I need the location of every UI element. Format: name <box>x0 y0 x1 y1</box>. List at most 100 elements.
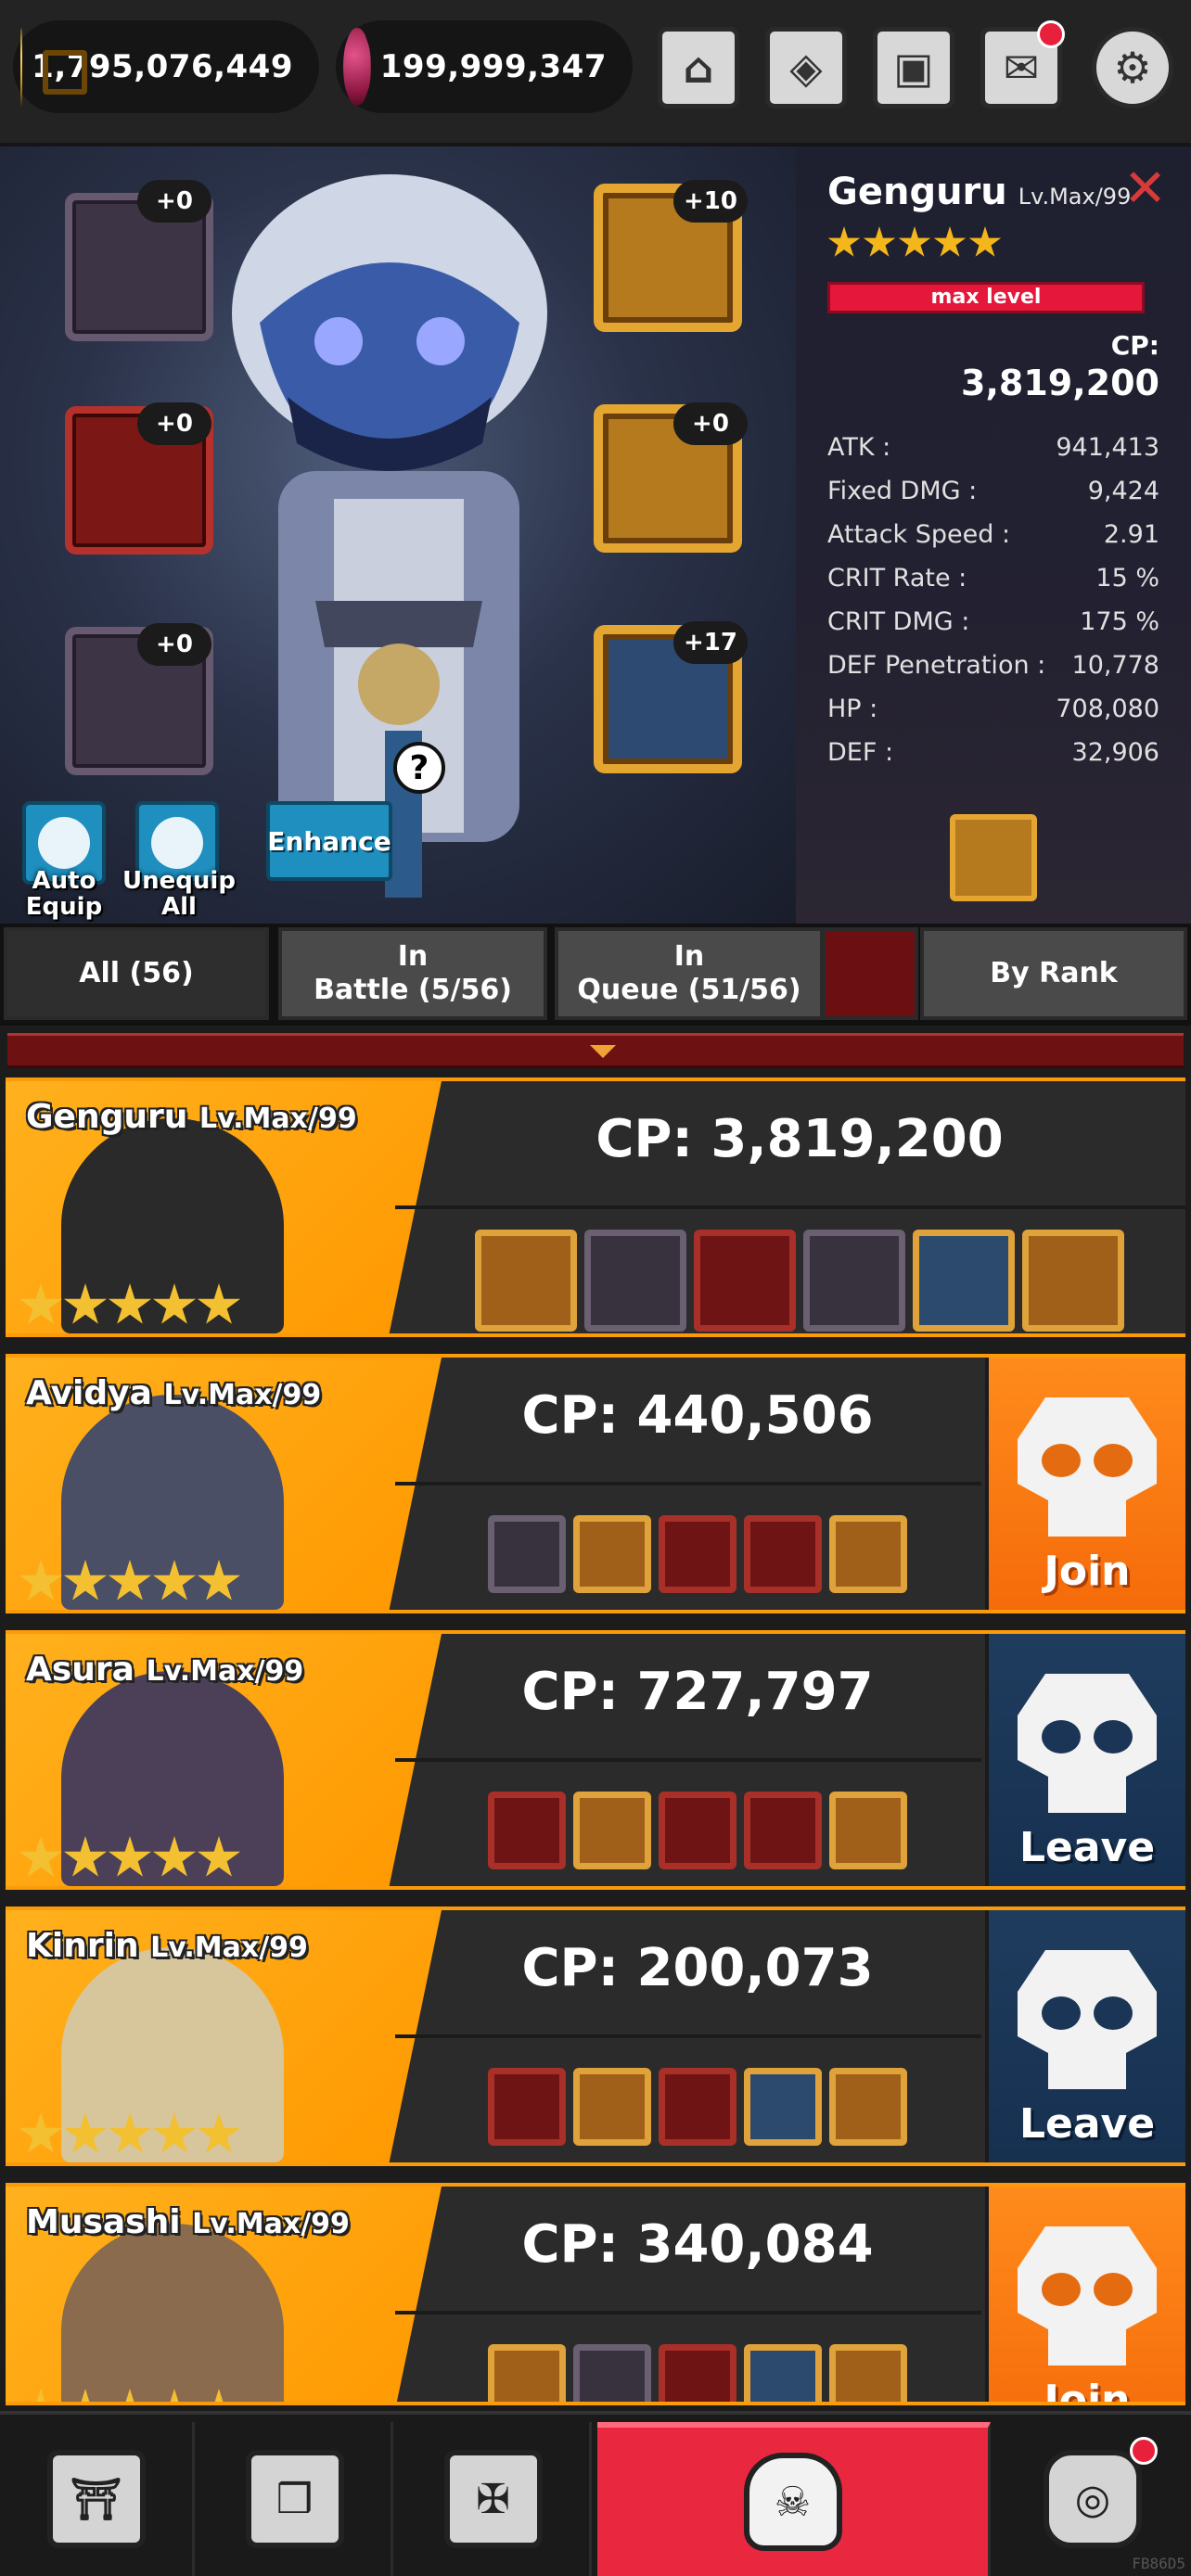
equipped-item-icon <box>744 1515 822 1593</box>
hero-card-name: Musashi Lv.Max/99 <box>26 2203 350 2241</box>
stat-label: Attack Speed : <box>827 520 1011 549</box>
equip-level: +0 <box>673 402 748 445</box>
hero-card-stars <box>19 2389 241 2402</box>
card-separator <box>395 1205 1185 1209</box>
settings-icon: ⚙ <box>1092 27 1173 108</box>
max-level-bar: max level <box>827 282 1145 313</box>
join-button[interactable]: Join <box>985 2187 1185 2402</box>
hero-card-cp: CP: 3,819,200 <box>596 1109 1004 1169</box>
equipped-item-icon <box>1022 1230 1124 1332</box>
scroll-button[interactable]: ◈ <box>755 17 857 119</box>
gem-counter[interactable]: 199,999,347 <box>336 20 633 113</box>
collapse-arrow-icon <box>590 1045 616 1058</box>
hero-card-level: Lv.Max/99 <box>146 1655 304 1688</box>
hero-card-stars <box>19 2112 241 2157</box>
leave-button[interactable]: Leave <box>985 1634 1185 1886</box>
backpack-button[interactable]: ▣ <box>863 17 965 119</box>
star-icon <box>108 1560 152 1600</box>
scroll-icon: ◈ <box>765 27 847 108</box>
hero-card-name: Avidya Lv.Max/99 <box>26 1374 321 1412</box>
help-button[interactable]: ? <box>393 742 445 794</box>
nav-lantern[interactable]: ◎ <box>994 2422 1191 2576</box>
card-separator <box>395 1482 981 1486</box>
star-icon <box>152 2112 197 2153</box>
gold-counter[interactable]: 1,795,076,449 <box>13 20 319 113</box>
tab-in-battle[interactable]: In Battle (5/56) <box>278 927 547 1020</box>
hero-card-items <box>488 1515 907 1593</box>
equipped-item-icon <box>659 2344 736 2402</box>
nav-dojo[interactable]: ⛩ <box>0 2422 195 2576</box>
stat-label: HP : <box>827 695 878 723</box>
auto-equip-label: Auto Equip <box>25 867 103 921</box>
hero-card-level: Lv.Max/99 <box>192 2208 350 2240</box>
hero-stars <box>827 226 1159 260</box>
stat-label: CRIT Rate : <box>827 564 967 593</box>
skull-icon: ☠ <box>743 2453 842 2551</box>
leave-label: Leave <box>1018 1824 1156 1871</box>
hero-card[interactable]: Avidya Lv.Max/99 CP: 440,506 Join <box>6 1354 1185 1613</box>
filter-tabs: All (56) In Battle (5/56) In Queue (51/5… <box>0 924 1191 1026</box>
equipped-item-icon <box>488 2344 566 2402</box>
nav-cards[interactable]: ❒ <box>198 2422 393 2576</box>
top-bar: 1,795,076,449 199,999,347 ⌂ ◈ ▣ ✉ ⚙ <box>0 0 1191 147</box>
nav-weapons[interactable]: ✠ <box>397 2422 592 2576</box>
skull-icon <box>1018 1674 1157 1813</box>
star-icon <box>63 2112 108 2153</box>
tab-all[interactable]: All (56) <box>4 927 269 1020</box>
stats-list: ATK : 941,413 Fixed DMG : 9,424 Attack Spe… <box>827 426 1159 774</box>
join-label: Join <box>1044 1548 1131 1595</box>
hero-display: +0 +0 +0 +10 +0 +17 Auto Equip Unequip A… <box>0 147 796 924</box>
tab-in-queue[interactable]: In Queue (51/56) <box>555 927 824 1020</box>
enhance-button[interactable]: Enhance <box>266 801 392 881</box>
list-divider[interactable] <box>7 1033 1184 1068</box>
star-icon <box>152 1836 197 1877</box>
skull-icon <box>1018 1397 1157 1537</box>
stats-panel: Genguru Lv.Max/99 ✕ max level CP: 3,819,… <box>796 147 1191 924</box>
hero-card-items <box>488 2068 907 2146</box>
hero-card[interactable]: Genguru Lv.Max/99 CP: 3,819,200 <box>6 1078 1185 1337</box>
backpack-icon: ▣ <box>873 27 954 108</box>
equipped-item-icon <box>744 2344 822 2402</box>
hero-card-stars <box>19 1560 241 1604</box>
sort-by-rank-button[interactable]: By Rank <box>920 927 1187 1020</box>
shop-button[interactable]: ⌂ <box>647 17 749 119</box>
hero-card-items <box>475 1230 1124 1332</box>
signature-item-icon[interactable] <box>950 814 1037 901</box>
star-icon <box>197 1560 241 1600</box>
equipped-item-icon <box>694 1230 796 1332</box>
hero-card[interactable]: Musashi Lv.Max/99 CP: 340,084 Join <box>6 2183 1185 2405</box>
close-icon[interactable]: ✕ <box>1123 163 1167 215</box>
stat-value: 32,906 <box>1071 738 1159 767</box>
card-separator <box>395 2311 981 2315</box>
stat-row: DEF Penetration : 10,778 <box>827 644 1159 687</box>
hero-card[interactable]: Asura Lv.Max/99 CP: 727,797 Leave <box>6 1630 1185 1890</box>
equip-level: +0 <box>137 180 211 223</box>
join-button[interactable]: Join <box>985 1358 1185 1610</box>
star-icon <box>19 1560 63 1600</box>
hero-card-items <box>488 2344 907 2402</box>
card-separator <box>395 1758 981 1762</box>
cards-icon: ❒ <box>245 2450 344 2548</box>
unequip-icon <box>151 817 203 869</box>
hero-card-name: Genguru Lv.Max/99 <box>26 1098 357 1136</box>
equipped-item-icon <box>573 1792 651 1869</box>
stat-label: CRIT DMG : <box>827 607 970 636</box>
hero-card-stars <box>19 1283 241 1328</box>
stat-label: DEF : <box>827 738 894 767</box>
star-icon <box>108 1283 152 1324</box>
nav-heroes[interactable]: ☠ <box>597 2422 991 2576</box>
hero-card-cp: CP: 440,506 <box>521 1385 874 1446</box>
equipped-item-icon <box>659 1515 736 1593</box>
leave-button[interactable]: Leave <box>985 1910 1185 2162</box>
equipped-item-icon <box>744 2068 822 2146</box>
equipped-item-icon <box>829 2068 907 2146</box>
unequip-all-label: Unequip All <box>122 867 236 921</box>
stat-label: ATK : <box>827 433 891 462</box>
hero-card[interactable]: Kinrin Lv.Max/99 CP: 200,073 Leave <box>6 1906 1185 2166</box>
stat-row: CRIT DMG : 175 % <box>827 600 1159 644</box>
settings-button[interactable]: ⚙ <box>1082 17 1184 119</box>
mail-button[interactable]: ✉ <box>970 17 1072 119</box>
hero-avatar <box>61 2224 284 2402</box>
star-icon <box>197 2112 241 2153</box>
tab-spacer <box>822 927 918 1020</box>
